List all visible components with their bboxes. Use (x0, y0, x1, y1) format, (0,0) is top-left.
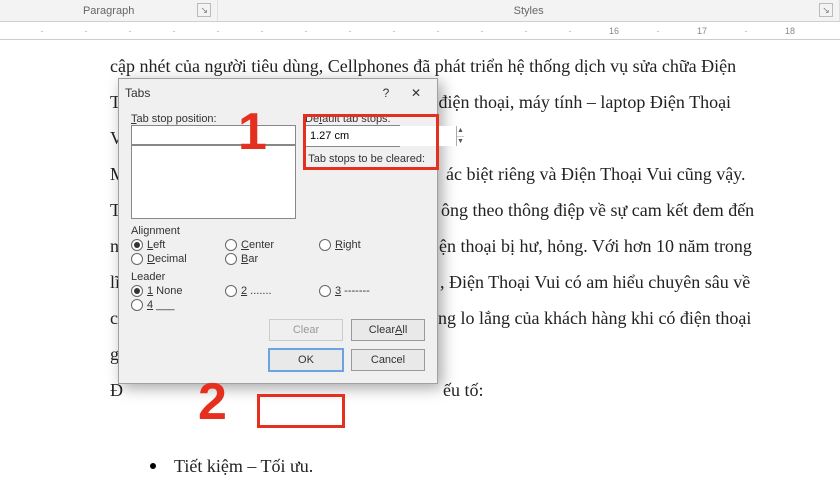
tab-stop-list[interactable] (131, 145, 296, 219)
annotation-number-1: 1 (238, 102, 267, 162)
alignment-label: Alignment (131, 225, 425, 237)
alignment-left-radio[interactable]: Left (131, 239, 219, 251)
default-tab-stops-label: Default tab stops: (305, 113, 425, 125)
styles-launcher-icon[interactable]: ↘ (819, 3, 833, 17)
default-tab-stops-value[interactable] (306, 126, 456, 146)
tab-stop-position-input[interactable] (131, 125, 296, 145)
spinner-down-icon[interactable]: ▼ (457, 137, 464, 147)
ribbon-group-paragraph: Paragraph ↘ (0, 0, 218, 21)
leader-label: Leader (131, 271, 425, 283)
ruler-tick: 18 (768, 26, 812, 36)
ruler-tick: 17 (680, 26, 724, 36)
dialog-titlebar[interactable]: Tabs ? ✕ (119, 79, 437, 107)
help-button[interactable]: ? (371, 83, 401, 103)
ok-button[interactable]: OK (269, 349, 343, 371)
ribbon-label-styles: Styles (514, 5, 544, 17)
paragraph-launcher-icon[interactable]: ↘ (197, 3, 211, 17)
annotation-number-2: 2 (198, 372, 227, 432)
alignment-decimal-radio[interactable]: Decimal (131, 253, 219, 265)
tab-stop-position-label: TTab stop position:ab stop position: (131, 113, 297, 125)
tab-stops-cleared-label: Tab stops to be cleared: (305, 153, 425, 165)
ribbon: Paragraph ↘ Styles ↘ (0, 0, 840, 22)
cancel-button[interactable]: Cancel (351, 349, 425, 371)
alignment-bar-radio[interactable]: Bar (225, 253, 313, 265)
bullet-item: Tiết kiệm – Tối ưu. (110, 448, 780, 484)
ribbon-group-styles: Styles ↘ (218, 0, 840, 21)
bullet-icon (150, 463, 156, 469)
clear-all-button[interactable]: Clear All (351, 319, 425, 341)
leader-dots-radio[interactable]: 2 ....... (225, 285, 313, 297)
close-button[interactable]: ✕ (401, 83, 431, 103)
alignment-center-radio[interactable]: Center (225, 239, 313, 251)
tabs-dialog: Tabs ? ✕ TTab stop position:ab stop posi… (118, 78, 438, 384)
clear-button[interactable]: Clear (269, 319, 343, 341)
alignment-right-radio[interactable]: Right (319, 239, 407, 251)
leader-underline-radio[interactable]: 4 ___ (131, 299, 219, 311)
leader-none-radio[interactable]: 1 None (131, 285, 219, 297)
ribbon-label-paragraph: Paragraph (83, 5, 134, 17)
dialog-title: Tabs (125, 86, 371, 100)
ruler[interactable]: ············· 16· 17· 18 (0, 22, 840, 40)
leader-dashes-radio[interactable]: 3 ------- (319, 285, 407, 297)
default-tab-stops-spinner[interactable]: ▲ ▼ (305, 125, 400, 147)
spinner-up-icon[interactable]: ▲ (457, 126, 464, 137)
ruler-tick: 16 (592, 26, 636, 36)
